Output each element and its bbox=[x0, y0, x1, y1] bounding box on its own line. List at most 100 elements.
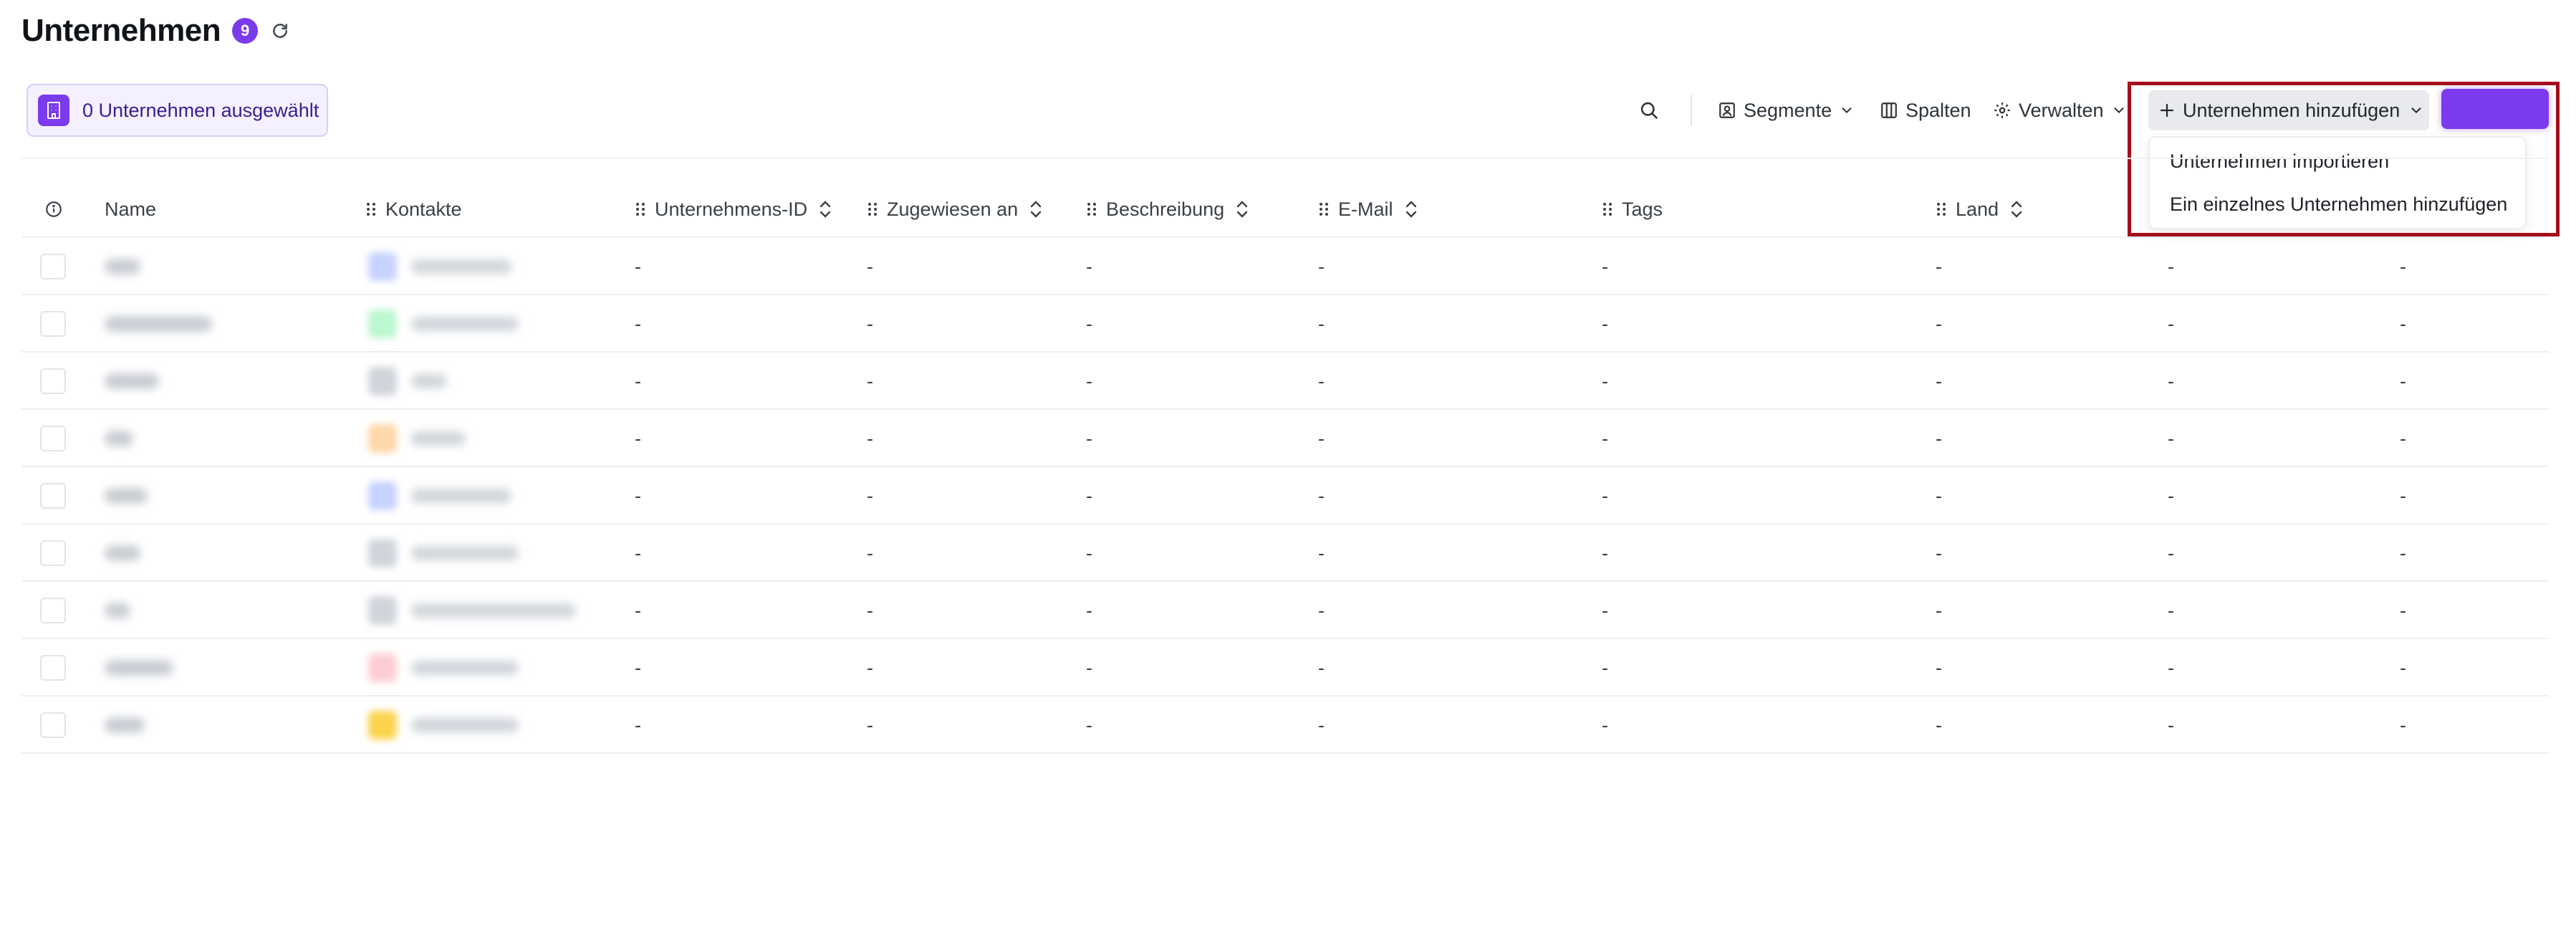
info-icon[interactable] bbox=[44, 181, 63, 238]
sort-icon[interactable] bbox=[817, 198, 833, 220]
add-company-label: Unternehmen hinzufügen bbox=[2183, 99, 2400, 121]
drag-handle-icon[interactable] bbox=[867, 201, 878, 218]
name-cell[interactable] bbox=[105, 353, 159, 410]
row-checkbox[interactable] bbox=[40, 254, 66, 279]
segmente-button[interactable]: Segmente bbox=[1718, 84, 1855, 137]
search-button[interactable] bbox=[1639, 84, 1666, 137]
menu-item-import[interactable]: Unternehmen importieren bbox=[2170, 150, 2389, 173]
contacts-cell[interactable] bbox=[368, 353, 447, 410]
table-row[interactable]: -------- bbox=[21, 582, 2549, 639]
drag-handle-icon[interactable] bbox=[1086, 201, 1097, 218]
contacts-cell[interactable] bbox=[368, 467, 511, 525]
empty-cell: - bbox=[2168, 427, 2174, 449]
empty-cell: - bbox=[1318, 542, 1325, 564]
sort-icon[interactable] bbox=[1234, 198, 1250, 220]
name-cell[interactable] bbox=[105, 639, 173, 697]
contacts-cell[interactable] bbox=[368, 639, 519, 697]
search-icon bbox=[1640, 102, 1658, 119]
spalten-label: Spalten bbox=[1905, 99, 1971, 121]
name-cell[interactable] bbox=[105, 410, 133, 467]
drag-handle-icon[interactable] bbox=[635, 201, 646, 218]
table-row[interactable]: -------- bbox=[21, 295, 2549, 353]
empty-cell: - bbox=[2400, 599, 2406, 621]
drag-handle-icon[interactable] bbox=[365, 201, 377, 218]
column-header-email[interactable]: E-Mail bbox=[1318, 181, 1419, 238]
empty-cell: - bbox=[635, 542, 641, 564]
table-row[interactable]: -------- bbox=[21, 467, 2549, 525]
column-header-unternehmens-id[interactable]: Unternehmens-ID bbox=[635, 181, 833, 238]
drag-handle-icon[interactable] bbox=[1318, 201, 1330, 218]
column-header-beschreibung[interactable]: Beschreibung bbox=[1086, 181, 1250, 238]
avatar bbox=[368, 711, 397, 739]
empty-cell: - bbox=[1086, 484, 1092, 507]
row-checkbox[interactable] bbox=[40, 598, 66, 623]
company-table: Name Kontakte Unternehmens-ID Zugewiesen… bbox=[21, 181, 2549, 754]
empty-cell: - bbox=[2400, 370, 2406, 392]
table-row[interactable]: -------- bbox=[21, 238, 2549, 295]
row-checkbox[interactable] bbox=[40, 368, 66, 394]
table-row[interactable]: -------- bbox=[21, 639, 2549, 697]
name-cell[interactable] bbox=[105, 238, 140, 295]
sort-icon[interactable] bbox=[1403, 198, 1419, 220]
column-label: Beschreibung bbox=[1106, 198, 1225, 220]
table-row[interactable]: -------- bbox=[21, 697, 2549, 754]
row-checkbox[interactable] bbox=[40, 712, 66, 738]
empty-cell: - bbox=[1602, 484, 1608, 507]
column-header-name[interactable]: Name bbox=[105, 181, 156, 238]
name-cell[interactable] bbox=[105, 697, 145, 754]
table-row[interactable]: -------- bbox=[21, 353, 2549, 410]
table-row[interactable]: -------- bbox=[21, 525, 2549, 582]
drag-handle-icon[interactable] bbox=[1602, 201, 1613, 218]
row-checkbox[interactable] bbox=[40, 655, 66, 681]
avatar bbox=[368, 424, 397, 453]
empty-cell: - bbox=[2168, 312, 2174, 335]
table-row[interactable]: -------- bbox=[21, 410, 2549, 467]
empty-cell: - bbox=[1318, 370, 1325, 392]
row-checkbox[interactable] bbox=[40, 540, 66, 566]
primary-action-button[interactable] bbox=[2441, 89, 2549, 129]
empty-cell: - bbox=[1086, 599, 1092, 621]
row-checkbox[interactable] bbox=[40, 426, 66, 451]
gear-icon bbox=[1994, 102, 2010, 118]
column-header-kontakte[interactable]: Kontakte bbox=[365, 181, 462, 238]
empty-cell: - bbox=[1602, 656, 1608, 679]
row-checkbox[interactable] bbox=[40, 483, 66, 509]
add-company-button[interactable]: Unternehmen hinzufügen bbox=[2148, 90, 2429, 130]
name-cell[interactable] bbox=[105, 467, 148, 525]
column-header-zugewiesen-an[interactable]: Zugewiesen an bbox=[867, 181, 1044, 238]
sort-icon[interactable] bbox=[1028, 198, 1044, 220]
refresh-icon[interactable] bbox=[269, 20, 291, 42]
empty-cell: - bbox=[635, 255, 641, 277]
contacts-cell[interactable] bbox=[368, 525, 519, 582]
contacts-cell[interactable] bbox=[368, 697, 519, 754]
contacts-cell[interactable] bbox=[368, 582, 576, 639]
empty-cell: - bbox=[1936, 656, 1942, 679]
sort-icon[interactable] bbox=[2009, 198, 2024, 220]
empty-cell: - bbox=[1602, 312, 1608, 335]
contacts-cell[interactable] bbox=[368, 295, 519, 353]
spalten-button[interactable]: Spalten bbox=[1880, 84, 1971, 137]
chevron-down-icon bbox=[1842, 107, 1852, 114]
selection-chip[interactable]: 0 Unternehmen ausgewählt bbox=[27, 84, 328, 137]
redacted-contact bbox=[411, 259, 511, 274]
empty-cell: - bbox=[867, 255, 873, 277]
name-cell[interactable] bbox=[105, 295, 212, 353]
empty-cell: - bbox=[1086, 255, 1092, 277]
empty-cell: - bbox=[867, 484, 873, 507]
verwalten-button[interactable]: Verwalten bbox=[1993, 84, 2127, 137]
redacted-name bbox=[105, 316, 212, 332]
contacts-cell[interactable] bbox=[368, 238, 511, 295]
empty-cell: - bbox=[867, 370, 873, 392]
redacted-contact bbox=[411, 718, 519, 732]
column-label: Zugewiesen an bbox=[887, 198, 1019, 220]
columns-icon bbox=[1881, 102, 1897, 118]
column-header-tags[interactable]: Tags bbox=[1602, 181, 1663, 238]
empty-cell: - bbox=[1086, 656, 1092, 679]
name-cell[interactable] bbox=[105, 525, 140, 582]
empty-cell: - bbox=[1602, 542, 1608, 564]
column-header-land[interactable]: Land bbox=[1936, 181, 2024, 238]
drag-handle-icon[interactable] bbox=[1936, 201, 1947, 218]
name-cell[interactable] bbox=[105, 582, 130, 639]
row-checkbox[interactable] bbox=[40, 311, 66, 337]
contacts-cell[interactable] bbox=[368, 410, 466, 467]
